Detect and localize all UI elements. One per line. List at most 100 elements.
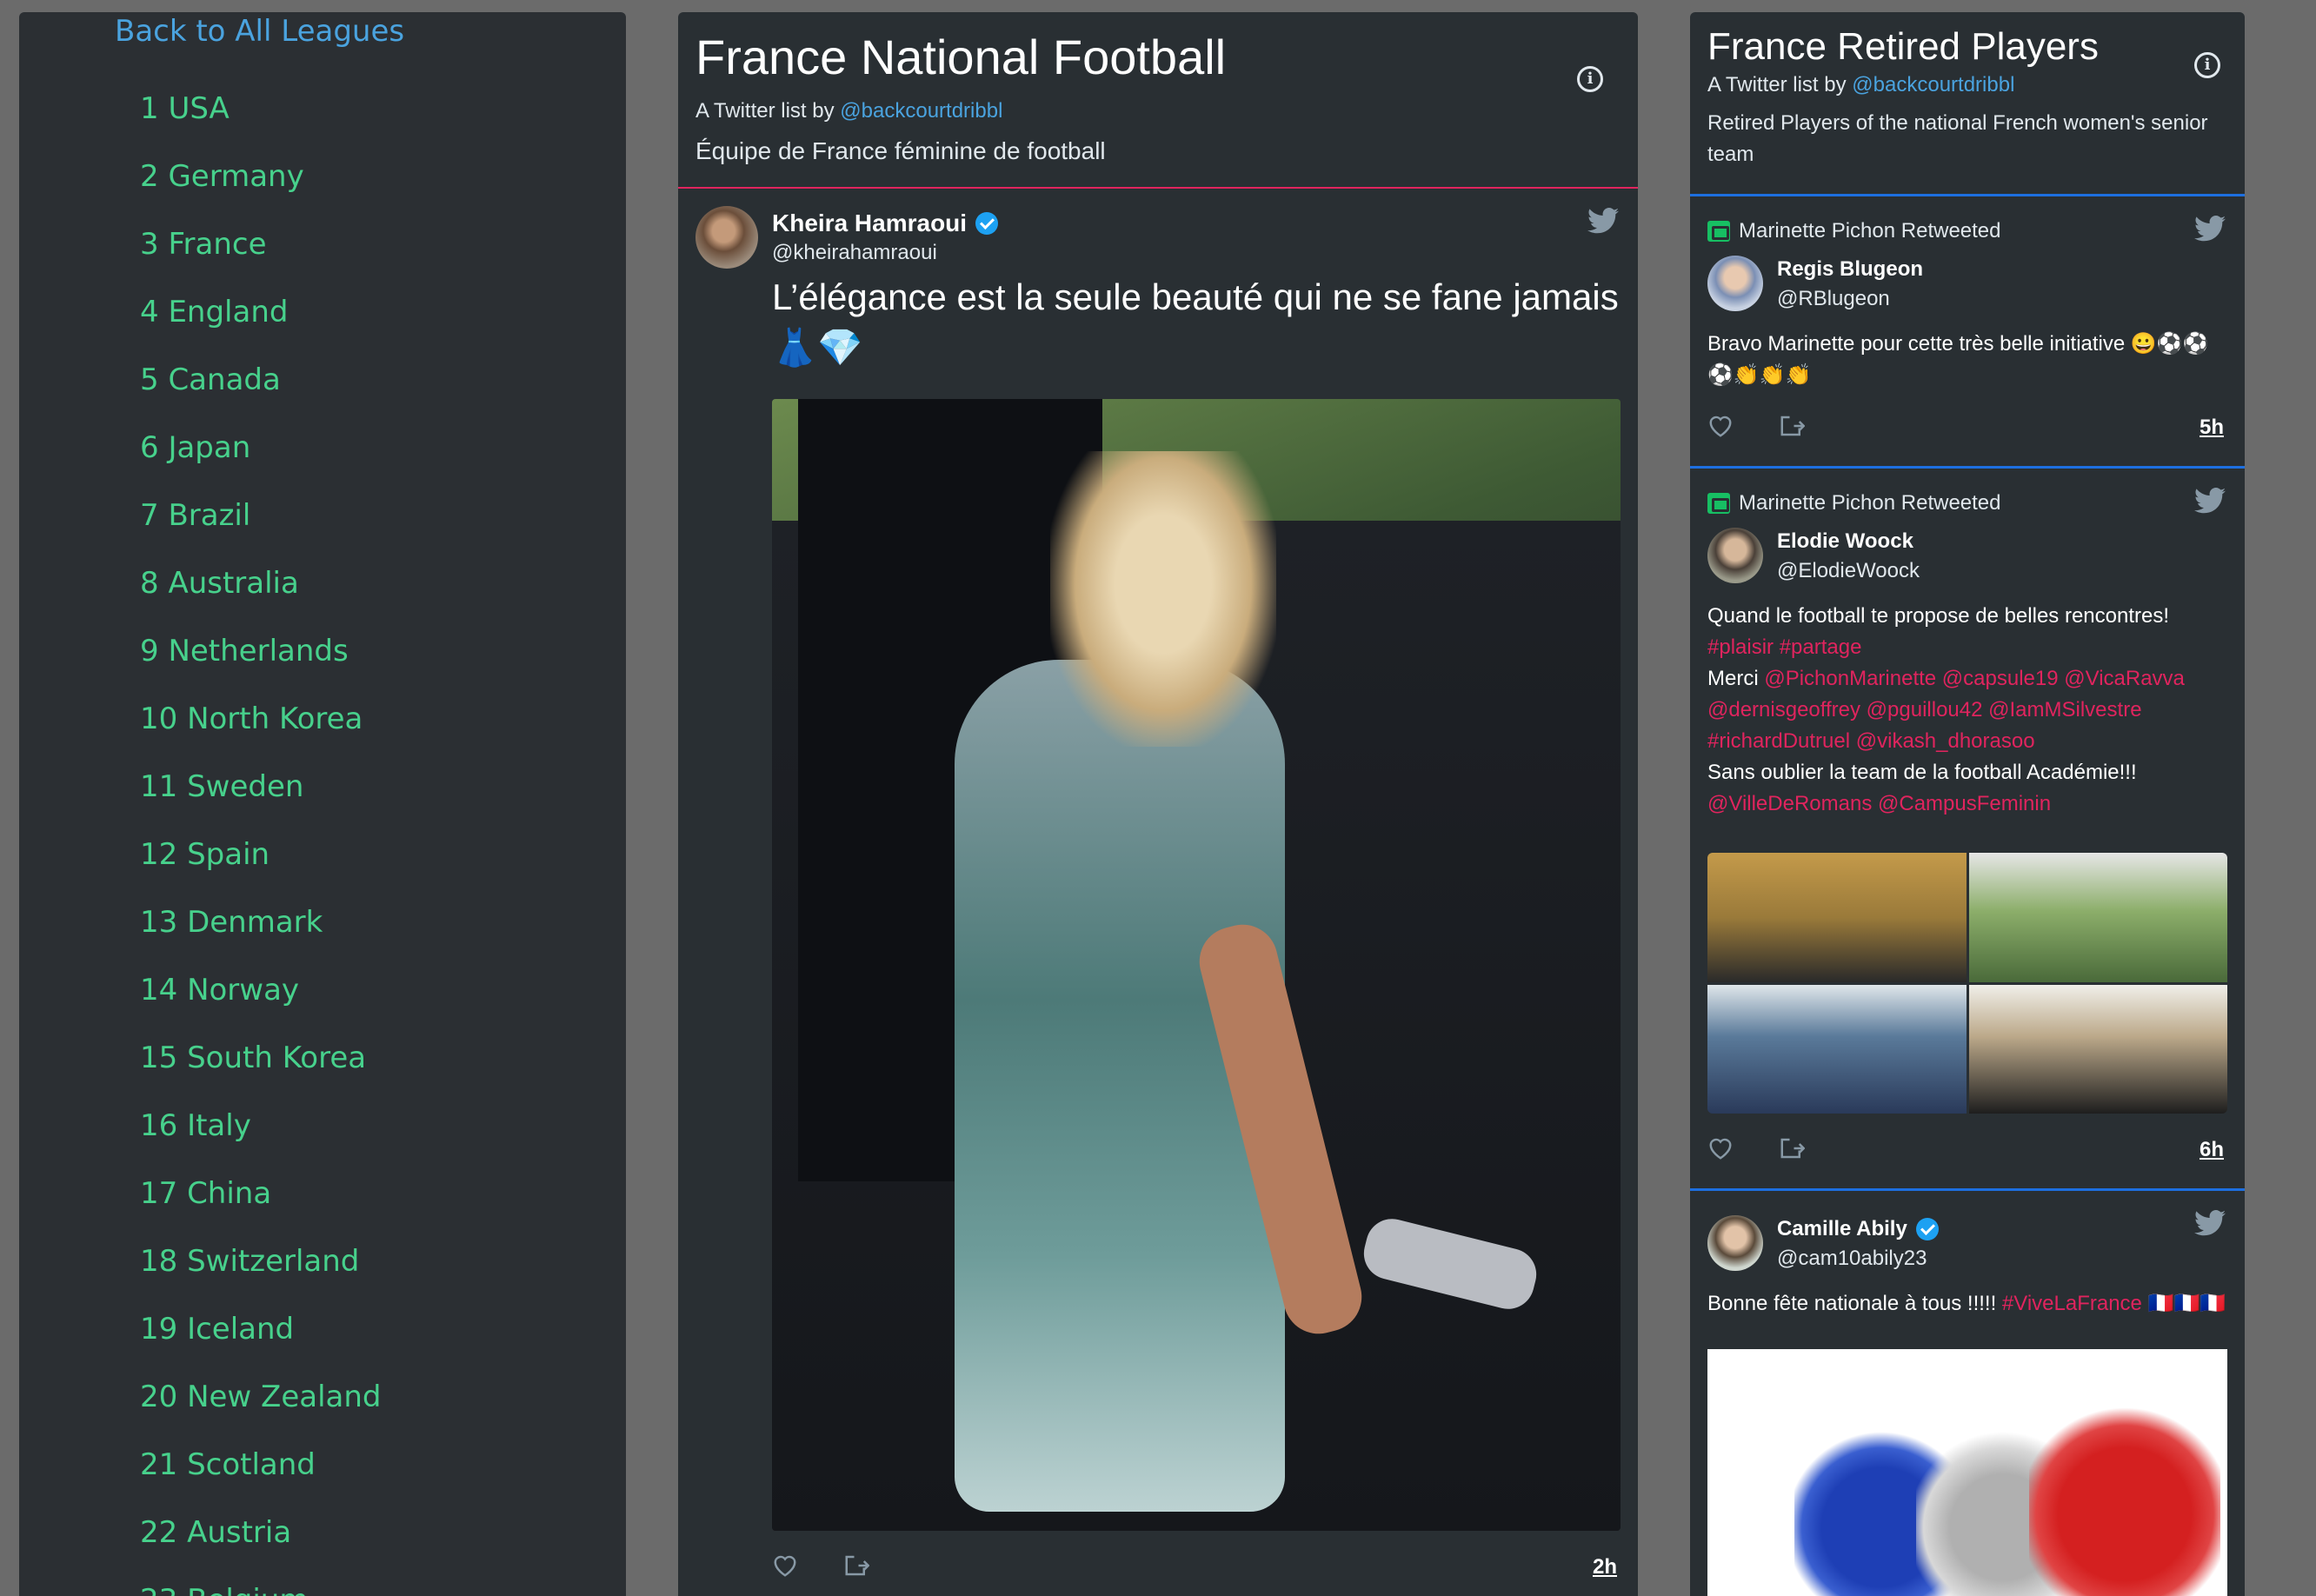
tweet-photo[interactable] (1707, 1349, 2227, 1596)
avatar[interactable] (1707, 256, 1763, 311)
tweet-photo[interactable] (1968, 984, 2227, 1114)
tweet-line: Bonne fête nationale à tous !!!!! (1707, 1292, 2002, 1315)
retweeted-by[interactable]: Marinette Pichon Retweeted (1739, 219, 2001, 243)
timeline-title[interactable]: France Retired Players (1707, 24, 2219, 70)
mention-link[interactable]: #richardDutruel @vikash_dhorasoo (1707, 726, 2227, 757)
share-icon[interactable] (1779, 1136, 1805, 1160)
league-item[interactable]: 21 Scotland (140, 1434, 382, 1502)
twitter-bird-icon[interactable] (2194, 216, 2226, 242)
hashtag-link[interactable]: #ViveLaFrance (2002, 1292, 2142, 1315)
avatar[interactable] (1707, 1215, 1763, 1271)
league-item[interactable]: 11 Sweden (140, 756, 382, 824)
tweet-text: Bonne fête nationale à tous !!!!! #ViveL… (1707, 1288, 2227, 1320)
league-item[interactable]: 23 Belgium (140, 1570, 382, 1596)
league-list: 1 USA 2 Germany 3 France 4 England 5 Can… (140, 78, 382, 1596)
heart-icon[interactable] (1707, 414, 1734, 438)
twitter-bird-icon[interactable] (2194, 1210, 2226, 1236)
author-handle[interactable]: @RBlugeon (1777, 287, 1923, 311)
author-name-row[interactable]: Kheira Hamraoui (772, 209, 999, 237)
league-item[interactable]: 6 Japan (140, 417, 382, 485)
verified-badge-icon (1915, 1218, 1939, 1240)
avatar[interactable] (695, 206, 758, 269)
hashtag-link[interactable]: #plaisir #partage (1707, 632, 2227, 663)
tweet-author: Kheira Hamraoui @kheirahamraoui (695, 206, 1621, 269)
share-icon[interactable] (843, 1553, 869, 1578)
league-item[interactable]: 3 France (140, 214, 382, 282)
author-name[interactable]: Regis Blugeon (1777, 257, 1923, 282)
league-item[interactable]: 18 Switzerland (140, 1231, 382, 1299)
tweet-actions: 6h (1707, 1129, 2227, 1171)
tweet-line: Sans oublier la team de la football Acad… (1707, 761, 2137, 784)
league-item[interactable]: 20 New Zealand (140, 1367, 382, 1434)
league-item[interactable]: 22 Austria (140, 1502, 382, 1570)
tweet-photo[interactable] (1968, 853, 2227, 982)
tweet-author: Camille Abily @cam10abily23 (1707, 1215, 2227, 1271)
author-handle[interactable]: @cam10abily23 (1777, 1247, 1939, 1271)
list-byline: A Twitter list by @backcourtdribbl (1707, 73, 2219, 97)
tweet[interactable]: Camille Abily @cam10abily23 Bonne fête n… (1690, 1191, 2245, 1596)
league-item[interactable]: 14 Norway (140, 960, 382, 1027)
league-item[interactable]: 13 Denmark (140, 892, 382, 960)
league-item[interactable]: 17 China (140, 1163, 382, 1231)
list-byline: A Twitter list by @backcourtdribbl (695, 99, 1638, 123)
mention-link[interactable]: @PichonMarinette @capsule19 @VicaRavva (1764, 667, 2185, 690)
league-item[interactable]: 1 USA (140, 78, 382, 146)
tweet-actions: 5h (1707, 407, 2227, 449)
tweet-author: Elodie Woock @ElodieWoock (1707, 528, 2227, 583)
league-item[interactable]: 2 Germany (140, 146, 382, 214)
author-name[interactable]: Elodie Woock (1777, 529, 1920, 554)
list-owner-link[interactable]: @backcourtdribbl (1852, 73, 2014, 96)
author-handle[interactable]: @kheirahamraoui (772, 241, 998, 265)
league-item[interactable]: 7 Brazil (140, 485, 382, 553)
league-item[interactable]: 10 North Korea (140, 688, 382, 756)
twitter-bird-icon[interactable] (2194, 488, 2226, 514)
retweeted-by[interactable]: Marinette Pichon Retweeted (1739, 491, 2001, 515)
tweet[interactable]: Marinette Pichon Retweeted Regis Blugeon… (1690, 196, 2245, 469)
league-sidebar: Back to All Leagues 1 USA 2 Germany 3 Fr… (19, 12, 626, 1596)
league-item[interactable]: 9 Netherlands (140, 621, 382, 688)
league-item[interactable]: 16 Italy (140, 1095, 382, 1163)
league-item[interactable]: 8 Australia (140, 553, 382, 621)
france-national-timeline: France National Football A Twitter list … (678, 12, 1638, 1596)
tweet-timestamp[interactable]: 5h (2200, 416, 2224, 440)
timeline-title[interactable]: France National Football (695, 30, 1638, 85)
league-item[interactable]: 4 England (140, 282, 382, 349)
league-item[interactable]: 15 South Korea (140, 1027, 382, 1095)
tweet[interactable]: Kheira Hamraoui @kheirahamraoui L’élégan… (678, 189, 1638, 1596)
league-item[interactable]: 5 Canada (140, 349, 382, 417)
tweet-timestamp[interactable]: 6h (2200, 1138, 2224, 1162)
flag-emoji: 🇫🇷🇫🇷🇫🇷 (2147, 1292, 2226, 1315)
tweet-timestamp[interactable]: 2h (1593, 1555, 1617, 1579)
tweet-line: Quand le football te propose de belles r… (1707, 604, 2170, 628)
timeline-header: France National Football A Twitter list … (678, 12, 1638, 189)
tweet[interactable]: Marinette Pichon Retweeted Elodie Woock … (1690, 469, 2245, 1191)
back-to-leagues-link[interactable]: Back to All Leagues (115, 14, 404, 49)
author-name[interactable]: Kheira Hamraoui (772, 209, 967, 237)
info-icon[interactable]: i (2194, 52, 2220, 78)
photo-splat-red (2029, 1401, 2220, 1596)
author-name[interactable]: Camille Abily (1777, 1217, 1907, 1241)
author-handle[interactable]: @ElodieWoock (1777, 559, 1920, 583)
mention-link[interactable]: @VilleDeRomans @CampusFeminin (1707, 788, 2227, 820)
tweet-text: Quand le football te propose de belles r… (1707, 601, 2227, 820)
author-name-row[interactable]: Camille Abily (1777, 1217, 1939, 1241)
retweet-line: Marinette Pichon Retweeted (1707, 491, 2227, 515)
share-icon[interactable] (1779, 414, 1805, 438)
tweet-photo[interactable] (1707, 984, 1967, 1114)
league-item[interactable]: 12 Spain (140, 824, 382, 892)
byline-prefix: A Twitter list by (695, 99, 835, 123)
league-item[interactable]: 19 Iceland (140, 1299, 382, 1367)
info-icon[interactable]: i (1577, 66, 1603, 92)
france-retired-timeline: France Retired Players A Twitter list by… (1690, 12, 2245, 1596)
heart-icon[interactable] (1707, 1136, 1734, 1160)
list-description: Retired Players of the national French w… (1707, 111, 2208, 166)
mention-link[interactable]: @dernisgeoffrey @pguillou42 @IamMSilvest… (1707, 695, 2227, 726)
tweet-text: Bravo Marinette pour cette très belle in… (1707, 332, 2209, 387)
avatar[interactable] (1707, 528, 1763, 583)
tweet-photo[interactable] (772, 399, 1621, 1531)
tweet-photo[interactable] (1707, 853, 1967, 982)
twitter-bird-icon[interactable] (1587, 208, 1619, 234)
retweet-icon (1707, 493, 1730, 514)
heart-icon[interactable] (772, 1553, 798, 1578)
list-owner-link[interactable]: @backcourtdribbl (840, 99, 1002, 123)
